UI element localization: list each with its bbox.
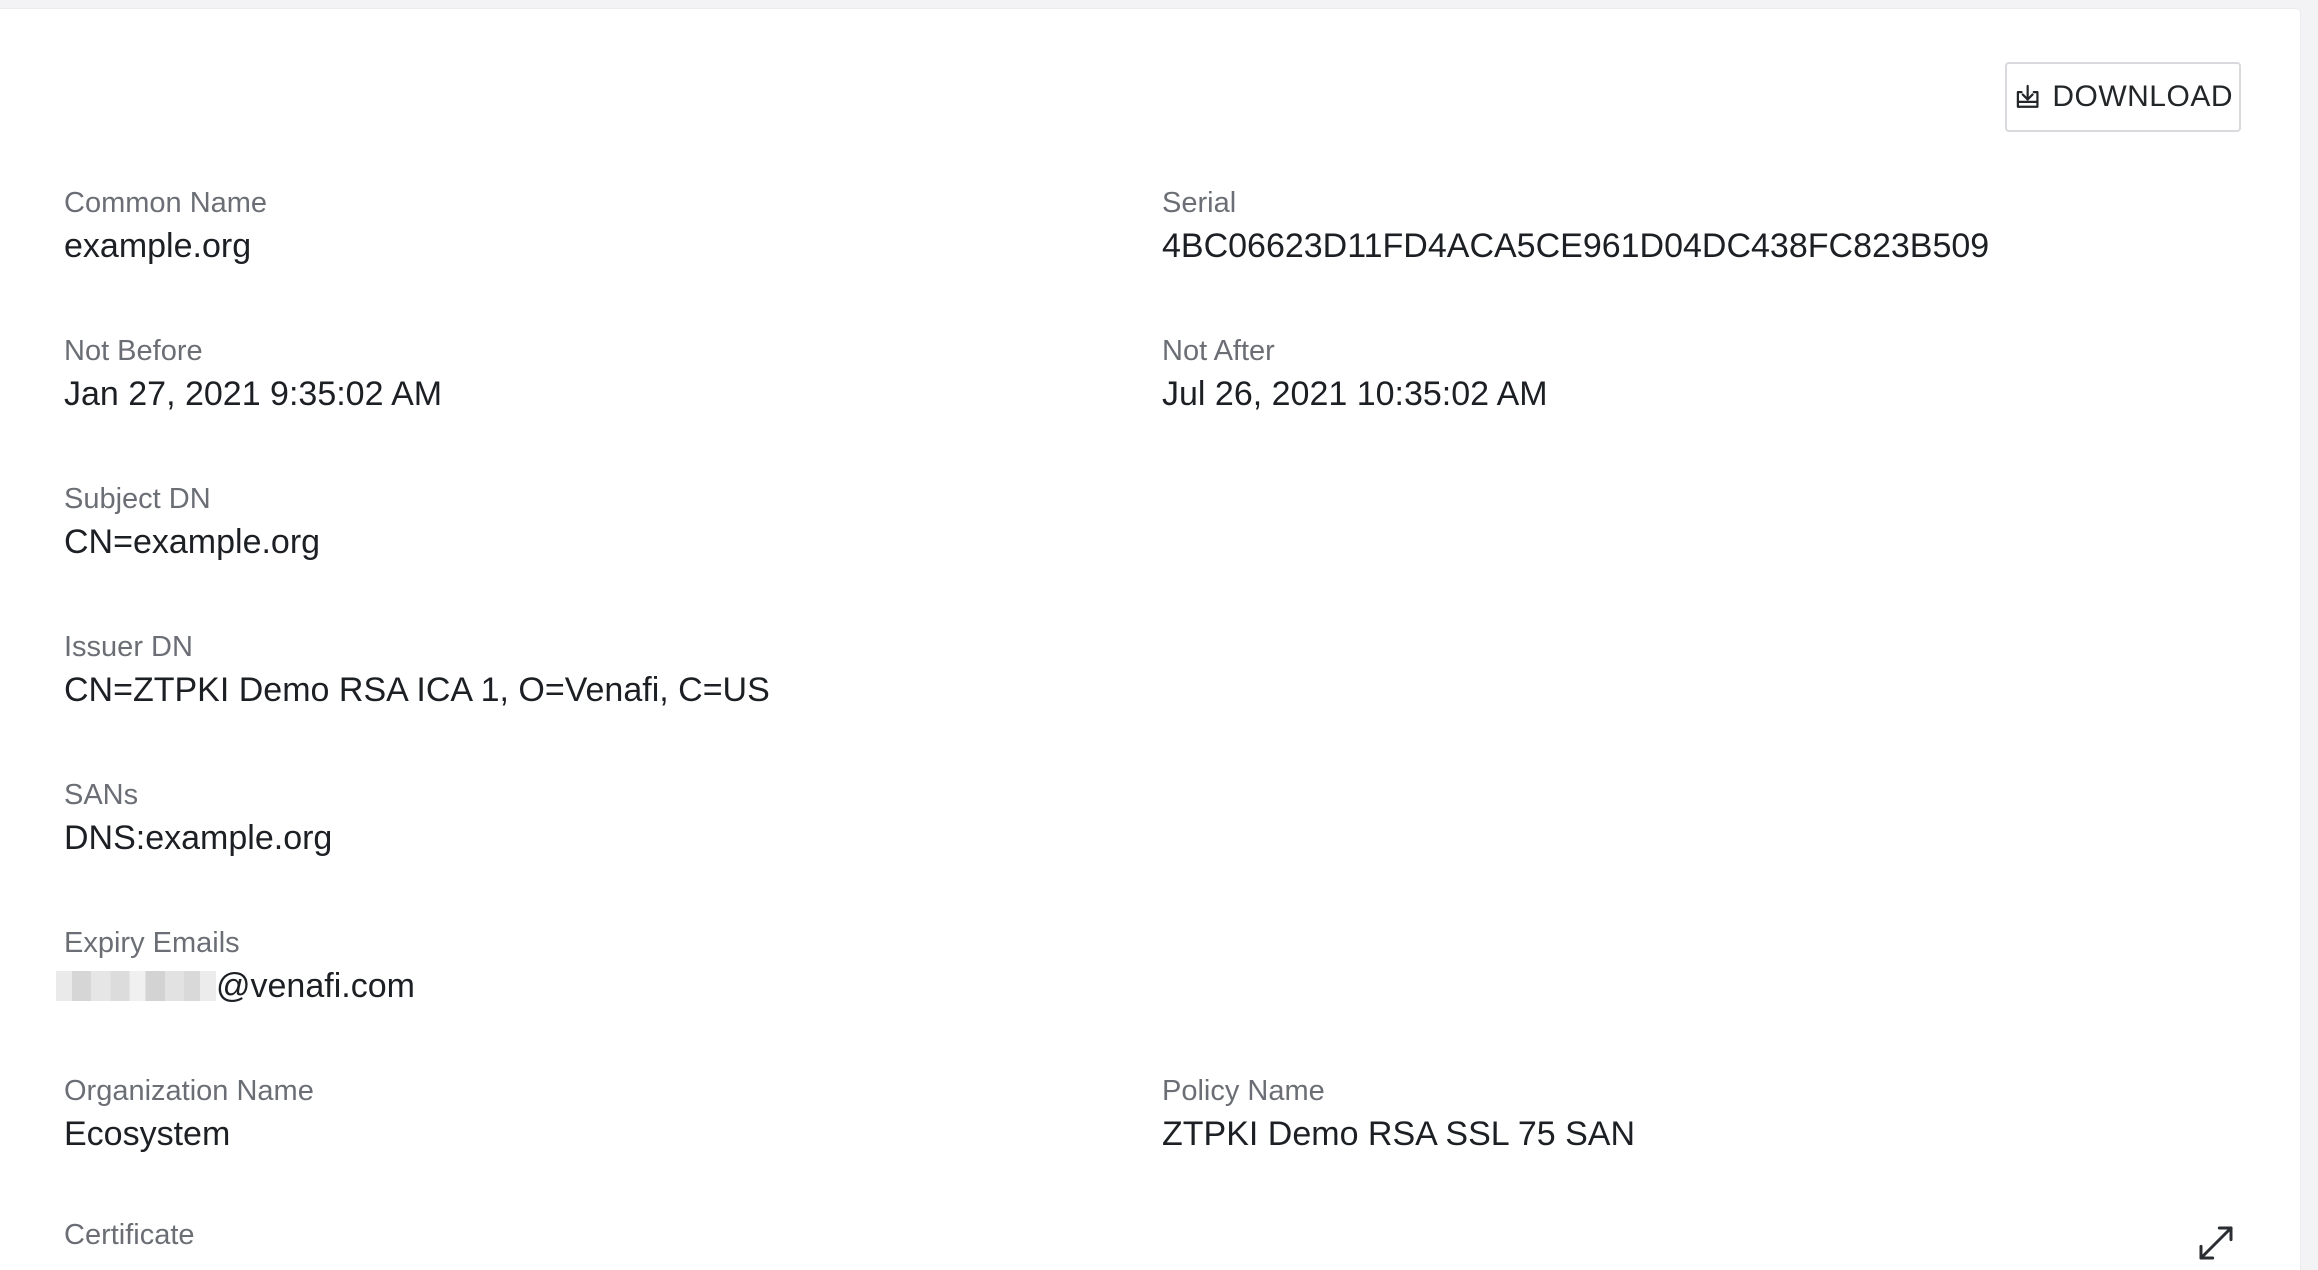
download-button[interactable]: DOWNLOAD	[2005, 62, 2241, 132]
subject-dn-label: Subject DN	[64, 483, 211, 515]
organization-name-value: Ecosystem	[64, 1115, 231, 1153]
download-button-label: DOWNLOAD	[2052, 80, 2233, 113]
field-not-after: Not After Jul 26, 2021 10:35:02 AM	[1162, 333, 2212, 415]
sans-label: SANs	[64, 779, 139, 811]
not-before-label: Not Before	[64, 335, 203, 367]
field-organization-name: Organization Name Ecosystem	[64, 1073, 1114, 1155]
common-name-label: Common Name	[64, 187, 268, 219]
field-subject-dn: Subject DN CN=example.org	[64, 481, 1114, 563]
not-before-value: Jan 27, 2021 9:35:02 AM	[64, 375, 443, 413]
expiry-emails-label: Expiry Emails	[64, 927, 240, 959]
not-after-label: Not After	[1162, 335, 1275, 367]
expiry-emails-value: @venafi.com	[56, 965, 1114, 1007]
expiry-email-domain: @venafi.com	[216, 967, 415, 1005]
sans-value: DNS:example.org	[64, 819, 333, 857]
field-certificate: Certificate	[64, 1217, 1114, 1253]
field-sans: SANs DNS:example.org	[64, 777, 1114, 859]
common-name-value: example.org	[64, 227, 252, 265]
field-issuer-dn: Issuer DN CN=ZTPKI Demo RSA ICA 1, O=Ven…	[64, 629, 1114, 711]
field-policy-name: Policy Name ZTPKI Demo RSA SSL 75 SAN	[1162, 1073, 2212, 1155]
policy-name-value: ZTPKI Demo RSA SSL 75 SAN	[1162, 1115, 1636, 1153]
issuer-dn-label: Issuer DN	[64, 631, 193, 663]
policy-name-label: Policy Name	[1162, 1075, 1325, 1107]
not-after-value: Jul 26, 2021 10:35:02 AM	[1162, 375, 1548, 413]
organization-name-label: Organization Name	[64, 1075, 314, 1107]
field-serial: Serial 4BC06623D11FD4ACA5CE961D04DC438FC…	[1162, 185, 2212, 267]
issuer-dn-value: CN=ZTPKI Demo RSA ICA 1, O=Venafi, C=US	[64, 671, 770, 709]
field-common-name: Common Name example.org	[64, 185, 1114, 267]
serial-value: 4BC06623D11FD4ACA5CE961D04DC438FC823B509	[1162, 227, 1990, 265]
field-not-before: Not Before Jan 27, 2021 9:35:02 AM	[64, 333, 1114, 415]
field-expiry-emails: Expiry Emails @venafi.com	[56, 925, 1114, 1007]
subject-dn-value: CN=example.org	[64, 523, 321, 561]
download-icon	[2016, 84, 2039, 108]
serial-label: Serial	[1162, 187, 1237, 219]
redacted-email-user	[56, 971, 216, 1001]
certificate-details-panel: DOWNLOAD Common Name example.org Serial …	[0, 9, 2300, 1270]
certificate-label: Certificate	[64, 1219, 195, 1251]
expand-icon[interactable]	[2196, 1223, 2236, 1263]
